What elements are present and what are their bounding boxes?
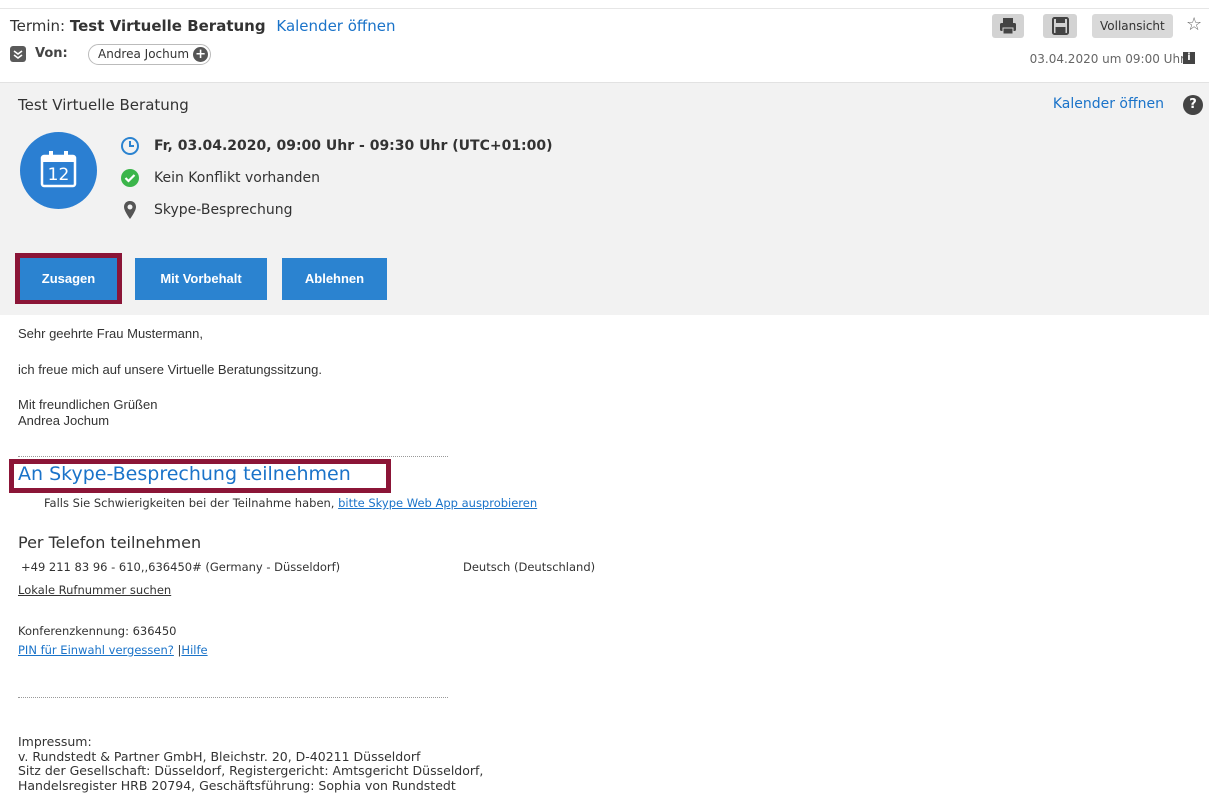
message-date: 03.04.2020 um 09:00 Uhr	[1029, 52, 1185, 66]
subject-title: Test Virtuelle Beratung	[69, 17, 266, 35]
invitation-calendar-link[interactable]: Kalender öffnen	[1053, 96, 1164, 112]
separator-line	[18, 456, 448, 457]
phone-number: +49 211 83 96 - 610,,636450# (Germany - …	[21, 560, 341, 574]
subject-prefix: Termin:	[10, 17, 66, 35]
sender-chip[interactable]: Andrea Jochum +	[88, 44, 212, 65]
impressum: Impressum: v. Rundstedt & Partner GmbH, …	[18, 734, 484, 793]
header-calendar-link[interactable]: Kalender öffnen	[276, 17, 395, 35]
join-meeting-link[interactable]: An Skype-Besprechung teilnehmen	[18, 463, 351, 485]
accept-button[interactable]: Zusagen	[20, 258, 117, 300]
body-line: ich freue mich auf unsere Virtuelle Bera…	[18, 362, 322, 377]
save-icon	[1052, 17, 1069, 35]
separator-line	[18, 697, 448, 698]
conflict-row: Kein Konflikt vorhanden	[120, 168, 320, 188]
impressum-line: Sitz der Gesellschaft: Düsseldorf, Regis…	[18, 763, 484, 778]
time-row: Fr, 03.04.2020, 09:00 Uhr - 09:30 Uhr (U…	[120, 136, 553, 156]
phone-heading: Per Telefon teilnehmen	[18, 533, 202, 552]
signature: Andrea Jochum	[18, 413, 110, 428]
help-link[interactable]: Hilfe	[181, 643, 207, 657]
web-app-link[interactable]: bitte Skype Web App ausprobieren	[338, 496, 537, 510]
decline-button[interactable]: Ablehnen	[282, 258, 387, 300]
calendar-day: 12	[47, 165, 70, 185]
help-icon[interactable]: ?	[1183, 95, 1203, 115]
save-button[interactable]	[1043, 14, 1077, 38]
invitation-title: Test Virtuelle Beratung	[18, 96, 189, 114]
pin-help-line: PIN für Einwahl vergessen? |Hilfe	[18, 643, 208, 657]
impressum-line: Handelsregister HRB 20794, Geschäftsführ…	[18, 777, 456, 793]
closing: Mit freundlichen Grüßen	[18, 397, 158, 412]
full-view-button[interactable]: Vollansicht	[1092, 14, 1173, 38]
print-icon	[1000, 18, 1016, 35]
add-contact-icon[interactable]: +	[193, 47, 209, 62]
impressum-line: v. Rundstedt & Partner GmbH, Bleichstr. …	[18, 748, 421, 764]
sender-expand-icon[interactable]	[10, 46, 26, 62]
print-button[interactable]	[992, 14, 1024, 38]
sender-name: Andrea Jochum	[98, 47, 190, 61]
pin-forgot-link[interactable]: PIN für Einwahl vergessen?	[18, 643, 174, 657]
greeting: Sehr geehrte Frau Mustermann,	[18, 326, 203, 341]
time-text: Fr, 03.04.2020, 09:00 Uhr - 09:30 Uhr (U…	[154, 138, 553, 154]
trouble-line: Falls Sie Schwierigkeiten bei der Teilna…	[44, 496, 537, 510]
check-circle-icon	[120, 168, 140, 188]
clock-icon	[120, 136, 140, 156]
local-numbers-link[interactable]: Lokale Rufnummer suchen	[18, 583, 171, 597]
info-icon[interactable]: i	[1183, 52, 1195, 64]
tentative-button[interactable]: Mit Vorbehalt	[135, 258, 267, 300]
phone-language: Deutsch (Deutschland)	[463, 560, 596, 574]
location-pin-icon	[120, 200, 140, 220]
location-text: Skype-Besprechung	[154, 202, 293, 218]
trouble-text: Falls Sie Schwierigkeiten bei der Teilna…	[44, 496, 339, 510]
top-divider	[0, 8, 1209, 9]
conference-id: Konferenzkennung: 636450	[18, 624, 177, 638]
impressum-heading: Impressum:	[18, 734, 92, 749]
location-row: Skype-Besprechung	[120, 200, 293, 220]
conflict-text: Kein Konflikt vorhanden	[154, 170, 321, 186]
star-icon[interactable]: ☆	[1186, 14, 1202, 35]
subject-line: Termin: Test Virtuelle Beratung Kalender…	[10, 17, 395, 35]
from-label: Von:	[35, 46, 68, 61]
